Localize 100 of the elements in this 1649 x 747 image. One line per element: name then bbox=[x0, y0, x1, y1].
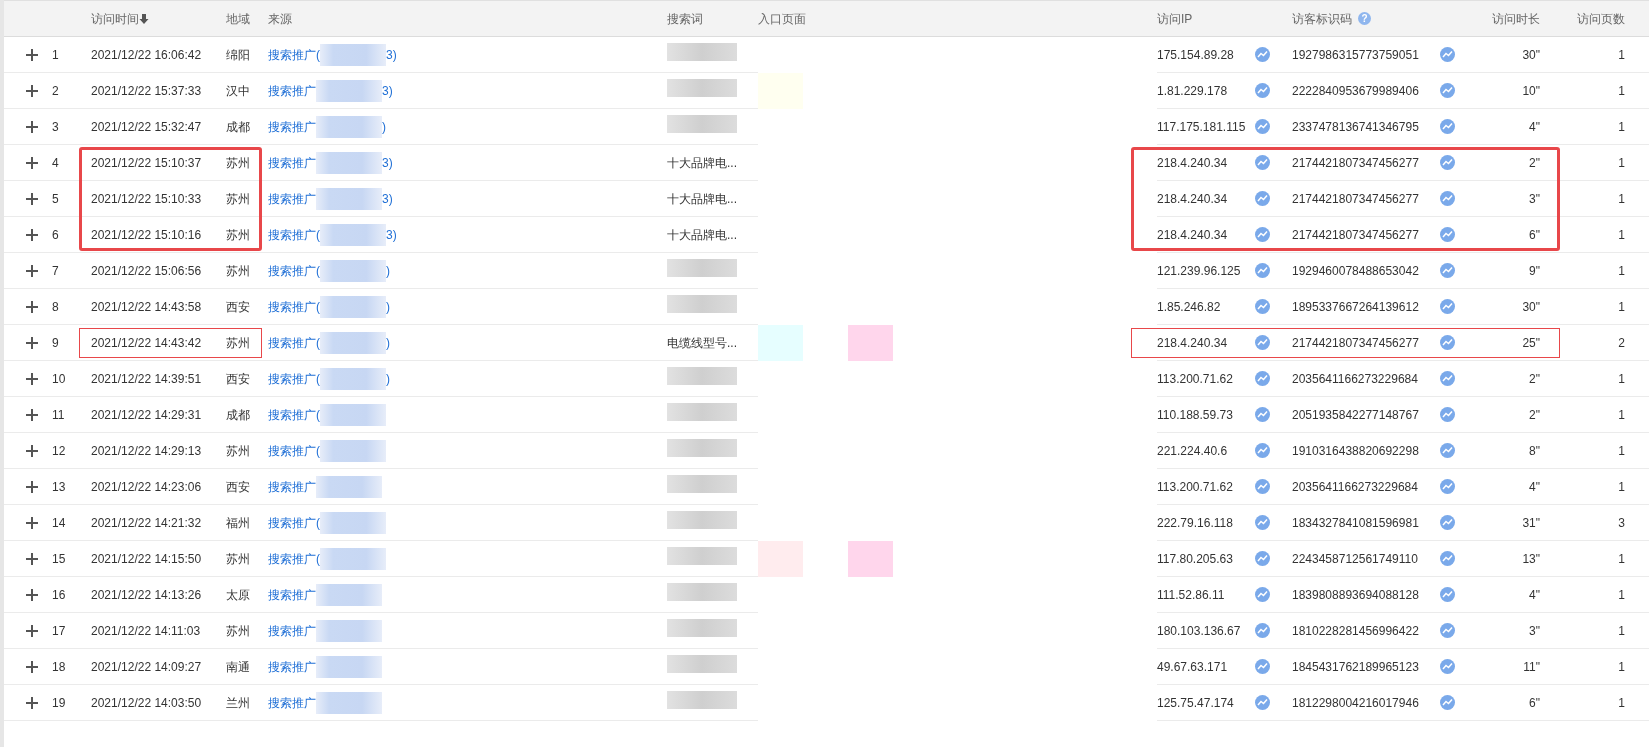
source-link[interactable]: ) bbox=[386, 333, 390, 352]
trend-chart-icon[interactable] bbox=[1440, 551, 1455, 566]
trend-chart-icon[interactable] bbox=[1255, 479, 1270, 494]
trend-chart-icon[interactable] bbox=[1255, 515, 1270, 530]
trend-chart-icon[interactable] bbox=[1440, 443, 1455, 458]
expand-plus-icon[interactable] bbox=[26, 300, 38, 313]
trend-chart-icon[interactable] bbox=[1255, 371, 1270, 386]
trend-chart-icon[interactable] bbox=[1440, 263, 1455, 278]
trend-chart-icon[interactable] bbox=[1255, 299, 1270, 314]
trend-chart-icon[interactable] bbox=[1255, 155, 1270, 170]
visit-duration: 30" bbox=[1522, 299, 1540, 314]
trend-chart-icon[interactable] bbox=[1440, 479, 1455, 494]
source-link[interactable]: 搜索推广 bbox=[268, 189, 316, 208]
expand-plus-icon[interactable] bbox=[26, 84, 38, 97]
sort-down-icon[interactable] bbox=[139, 12, 149, 25]
trend-chart-icon[interactable] bbox=[1255, 659, 1270, 674]
source-link[interactable]: 搜索推广( bbox=[268, 297, 320, 316]
expand-plus-icon[interactable] bbox=[26, 408, 38, 421]
expand-plus-icon[interactable] bbox=[26, 120, 38, 133]
source-link[interactable]: 搜索推广( bbox=[268, 333, 320, 352]
source-link[interactable]: 搜索推广( bbox=[268, 369, 320, 388]
expand-plus-icon[interactable] bbox=[26, 480, 38, 493]
trend-chart-icon[interactable] bbox=[1440, 623, 1455, 638]
search-term: 电缆线型号... bbox=[667, 335, 737, 350]
expand-plus-icon[interactable] bbox=[26, 192, 38, 205]
expand-plus-icon[interactable] bbox=[26, 696, 38, 709]
trend-chart-icon[interactable] bbox=[1440, 83, 1455, 98]
source-link[interactable]: 搜索推广( bbox=[268, 45, 320, 64]
column-header[interactable]: 访问时间 bbox=[91, 9, 139, 28]
row-number: 19 bbox=[52, 695, 66, 710]
trend-chart-icon[interactable] bbox=[1255, 443, 1270, 458]
trend-chart-icon[interactable] bbox=[1440, 515, 1455, 530]
trend-chart-icon[interactable] bbox=[1440, 191, 1455, 206]
expand-plus-icon[interactable] bbox=[26, 660, 38, 673]
source-link[interactable]: 3) bbox=[386, 225, 397, 244]
trend-chart-icon[interactable] bbox=[1255, 551, 1270, 566]
trend-chart-icon[interactable] bbox=[1440, 335, 1455, 350]
source-link[interactable]: 搜索推广 bbox=[268, 117, 316, 136]
row-number: 4 bbox=[52, 155, 59, 170]
source-link[interactable]: 搜索推广( bbox=[268, 261, 320, 280]
trend-chart-icon[interactable] bbox=[1440, 695, 1455, 710]
expand-plus-icon[interactable] bbox=[26, 48, 38, 61]
expand-plus-icon[interactable] bbox=[26, 156, 38, 169]
expand-plus-icon[interactable] bbox=[26, 516, 38, 529]
trend-chart-icon[interactable] bbox=[1255, 587, 1270, 602]
trend-chart-icon[interactable] bbox=[1255, 47, 1270, 62]
visitor-id: 1895337667264139612 bbox=[1292, 299, 1419, 314]
source-link[interactable]: ) bbox=[386, 261, 390, 280]
source-link[interactable]: 搜索推广( bbox=[268, 513, 320, 532]
trend-chart-icon[interactable] bbox=[1255, 227, 1270, 242]
expand-plus-icon[interactable] bbox=[26, 624, 38, 637]
trend-chart-icon[interactable] bbox=[1440, 659, 1455, 674]
source-link[interactable]: 搜索推广 bbox=[268, 693, 316, 712]
trend-chart-icon[interactable] bbox=[1255, 335, 1270, 350]
source-link[interactable]: ) bbox=[382, 117, 386, 136]
trend-chart-icon[interactable] bbox=[1440, 299, 1455, 314]
visit-time: 2021/12/22 14:23:06 bbox=[91, 479, 202, 494]
trend-chart-icon[interactable] bbox=[1440, 155, 1455, 170]
trend-chart-icon[interactable] bbox=[1255, 83, 1270, 98]
trend-chart-icon[interactable] bbox=[1440, 47, 1455, 62]
source-link[interactable]: 搜索推广 bbox=[268, 153, 316, 172]
expand-plus-icon[interactable] bbox=[26, 444, 38, 457]
trend-chart-icon[interactable] bbox=[1255, 263, 1270, 278]
visitor-id: 1929460078488653042 bbox=[1292, 263, 1419, 278]
source-link[interactable]: 3) bbox=[382, 81, 393, 100]
source-link[interactable]: 3) bbox=[382, 189, 393, 208]
expand-plus-icon[interactable] bbox=[26, 588, 38, 601]
trend-chart-icon[interactable] bbox=[1255, 623, 1270, 638]
redaction-blur bbox=[316, 151, 382, 174]
source-link[interactable]: ) bbox=[386, 297, 390, 316]
trend-chart-icon[interactable] bbox=[1440, 407, 1455, 422]
source-link[interactable]: 搜索推广 bbox=[268, 585, 316, 604]
source-link[interactable]: 搜索推广( bbox=[268, 549, 320, 568]
expand-plus-icon[interactable] bbox=[26, 228, 38, 241]
expand-plus-icon[interactable] bbox=[26, 336, 38, 349]
source-link[interactable]: 搜索推广 bbox=[268, 621, 316, 640]
source-link[interactable]: 3) bbox=[386, 45, 397, 64]
redaction-blur bbox=[320, 511, 386, 534]
source-link[interactable]: 搜索推广 bbox=[268, 657, 316, 676]
source-link[interactable]: 3) bbox=[382, 153, 393, 172]
source-link[interactable]: 搜索推广( bbox=[268, 441, 320, 460]
expand-plus-icon[interactable] bbox=[26, 552, 38, 565]
trend-chart-icon[interactable] bbox=[1440, 119, 1455, 134]
source-link[interactable]: 搜索推广 bbox=[268, 477, 316, 496]
redaction-blur bbox=[667, 79, 737, 97]
trend-chart-icon[interactable] bbox=[1255, 407, 1270, 422]
trend-chart-icon[interactable] bbox=[1255, 695, 1270, 710]
trend-chart-icon[interactable] bbox=[1255, 119, 1270, 134]
source-link[interactable]: ) bbox=[386, 369, 390, 388]
row-number: 2 bbox=[52, 83, 59, 98]
trend-chart-icon[interactable] bbox=[1440, 371, 1455, 386]
trend-chart-icon[interactable] bbox=[1440, 587, 1455, 602]
source-link[interactable]: 搜索推广 bbox=[268, 81, 316, 100]
source-link[interactable]: 搜索推广( bbox=[268, 225, 320, 244]
trend-chart-icon[interactable] bbox=[1440, 227, 1455, 242]
page-count: 1 bbox=[1618, 83, 1625, 98]
expand-plus-icon[interactable] bbox=[26, 372, 38, 385]
source-link[interactable]: 搜索推广( bbox=[268, 405, 320, 424]
expand-plus-icon[interactable] bbox=[26, 264, 38, 277]
trend-chart-icon[interactable] bbox=[1255, 191, 1270, 206]
